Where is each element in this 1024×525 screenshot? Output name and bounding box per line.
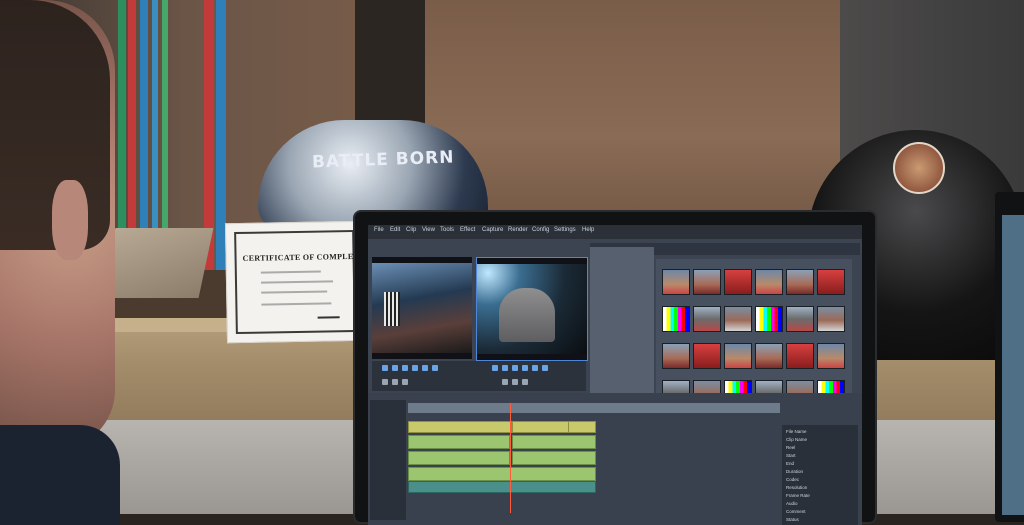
- timeline-clip[interactable]: [408, 467, 596, 481]
- media-thumbnail[interactable]: [786, 343, 814, 369]
- editing-app-screen: File Edit Clip View Tools Effect Capture…: [368, 225, 862, 525]
- menu-effect[interactable]: Effect: [460, 227, 475, 233]
- mark-out-icon[interactable]: [432, 365, 438, 371]
- glass-award: [100, 228, 214, 298]
- media-thumbnail[interactable]: [724, 306, 752, 332]
- fast-forward-icon[interactable]: [412, 365, 418, 371]
- rewind-icon[interactable]: [512, 365, 518, 371]
- menu-render[interactable]: Render: [508, 227, 528, 233]
- timeline-clip[interactable]: [408, 421, 512, 433]
- tool-icon[interactable]: [402, 379, 408, 385]
- timeline-clip[interactable]: [512, 421, 570, 433]
- menu-file[interactable]: File: [374, 227, 384, 233]
- playhead[interactable]: [510, 403, 511, 513]
- timeline-clip[interactable]: [568, 421, 596, 433]
- play-icon[interactable]: [382, 365, 388, 371]
- timeline-clip[interactable]: [408, 481, 596, 493]
- info-label: Status: [786, 517, 799, 522]
- mark-in-icon[interactable]: [532, 365, 538, 371]
- info-label: File Name: [786, 429, 807, 434]
- transport-controls: [372, 361, 586, 391]
- info-label: Frame Rate: [786, 493, 810, 498]
- menu-settings[interactable]: Settings: [554, 227, 576, 233]
- info-label: End: [786, 461, 795, 466]
- media-thumbnail[interactable]: [817, 269, 845, 295]
- info-label: Resolution: [786, 485, 808, 490]
- stop-icon[interactable]: [392, 365, 398, 371]
- mark-out-icon[interactable]: [542, 365, 548, 371]
- certificate: CERTIFICATE OF COMPLETION: [224, 220, 375, 344]
- play-icon[interactable]: [492, 365, 498, 371]
- player-figure: [499, 288, 555, 342]
- media-thumbnail[interactable]: [755, 269, 783, 295]
- media-thumbnail[interactable]: [786, 306, 814, 332]
- helmet-mascot-logo: [893, 142, 945, 194]
- certificate-line: [261, 302, 332, 306]
- info-label: Reel: [786, 445, 796, 450]
- stop-icon[interactable]: [502, 365, 508, 371]
- media-thumbnail[interactable]: [755, 306, 783, 332]
- timeline-clip[interactable]: [512, 435, 596, 449]
- media-thumbnail[interactable]: [817, 306, 845, 332]
- menu-bar: File Edit Clip View Tools Effect Capture…: [368, 225, 862, 239]
- menu-config[interactable]: Config: [532, 227, 549, 233]
- certificate-line: [261, 290, 328, 294]
- info-label: Duration: [786, 469, 804, 474]
- recorder-monitor[interactable]: [476, 257, 588, 361]
- person-shirt: [0, 425, 120, 525]
- tool-icon[interactable]: [392, 379, 398, 385]
- info-label: Start: [786, 453, 796, 458]
- rewind-icon[interactable]: [402, 365, 408, 371]
- media-thumbnail[interactable]: [693, 306, 721, 332]
- timeline-clip[interactable]: [512, 451, 596, 465]
- menu-capture[interactable]: Capture: [482, 227, 503, 233]
- fast-forward-icon[interactable]: [522, 365, 528, 371]
- tool-icon[interactable]: [522, 379, 528, 385]
- media-thumbnail[interactable]: [693, 269, 721, 295]
- media-thumbnail[interactable]: [693, 343, 721, 369]
- person-ear: [52, 180, 88, 260]
- media-thumbnail[interactable]: [817, 343, 845, 369]
- asset-bin: [656, 259, 852, 414]
- tool-icon[interactable]: [502, 379, 508, 385]
- timeline-ruler[interactable]: [408, 403, 780, 413]
- menu-view[interactable]: View: [422, 227, 435, 233]
- media-thumbnail[interactable]: [662, 343, 690, 369]
- menu-tools[interactable]: Tools: [440, 227, 454, 233]
- menu-edit[interactable]: Edit: [390, 227, 400, 233]
- menu-help[interactable]: Help: [582, 227, 594, 233]
- info-label: Clip Name: [786, 437, 808, 442]
- timeline-clip[interactable]: [408, 451, 510, 465]
- menu-clip[interactable]: Clip: [406, 227, 416, 233]
- media-thumbnail[interactable]: [662, 306, 690, 332]
- media-thumbnail[interactable]: [662, 269, 690, 295]
- second-monitor-screen: [1002, 215, 1024, 515]
- tool-icon[interactable]: [512, 379, 518, 385]
- media-thumbnail[interactable]: [755, 343, 783, 369]
- referee-figure: [384, 292, 400, 326]
- certificate-line: [260, 280, 334, 284]
- source-monitor[interactable]: [372, 257, 472, 359]
- clip-info-panel: File Name Clip Name Reel Start End Durat…: [782, 425, 858, 525]
- info-label: Audio: [786, 501, 798, 506]
- mark-in-icon[interactable]: [422, 365, 428, 371]
- bin-tree-panel[interactable]: [590, 247, 654, 417]
- certificate-seal: [317, 316, 340, 319]
- media-thumbnail[interactable]: [724, 269, 752, 295]
- info-label: Codec: [786, 477, 800, 482]
- media-thumbnail[interactable]: [724, 343, 752, 369]
- tool-icon[interactable]: [382, 379, 388, 385]
- certificate-line: [260, 270, 321, 274]
- track-headers: [370, 400, 406, 520]
- timeline-clip[interactable]: [408, 435, 510, 449]
- info-label: Comment: [786, 509, 806, 514]
- media-thumbnail[interactable]: [786, 269, 814, 295]
